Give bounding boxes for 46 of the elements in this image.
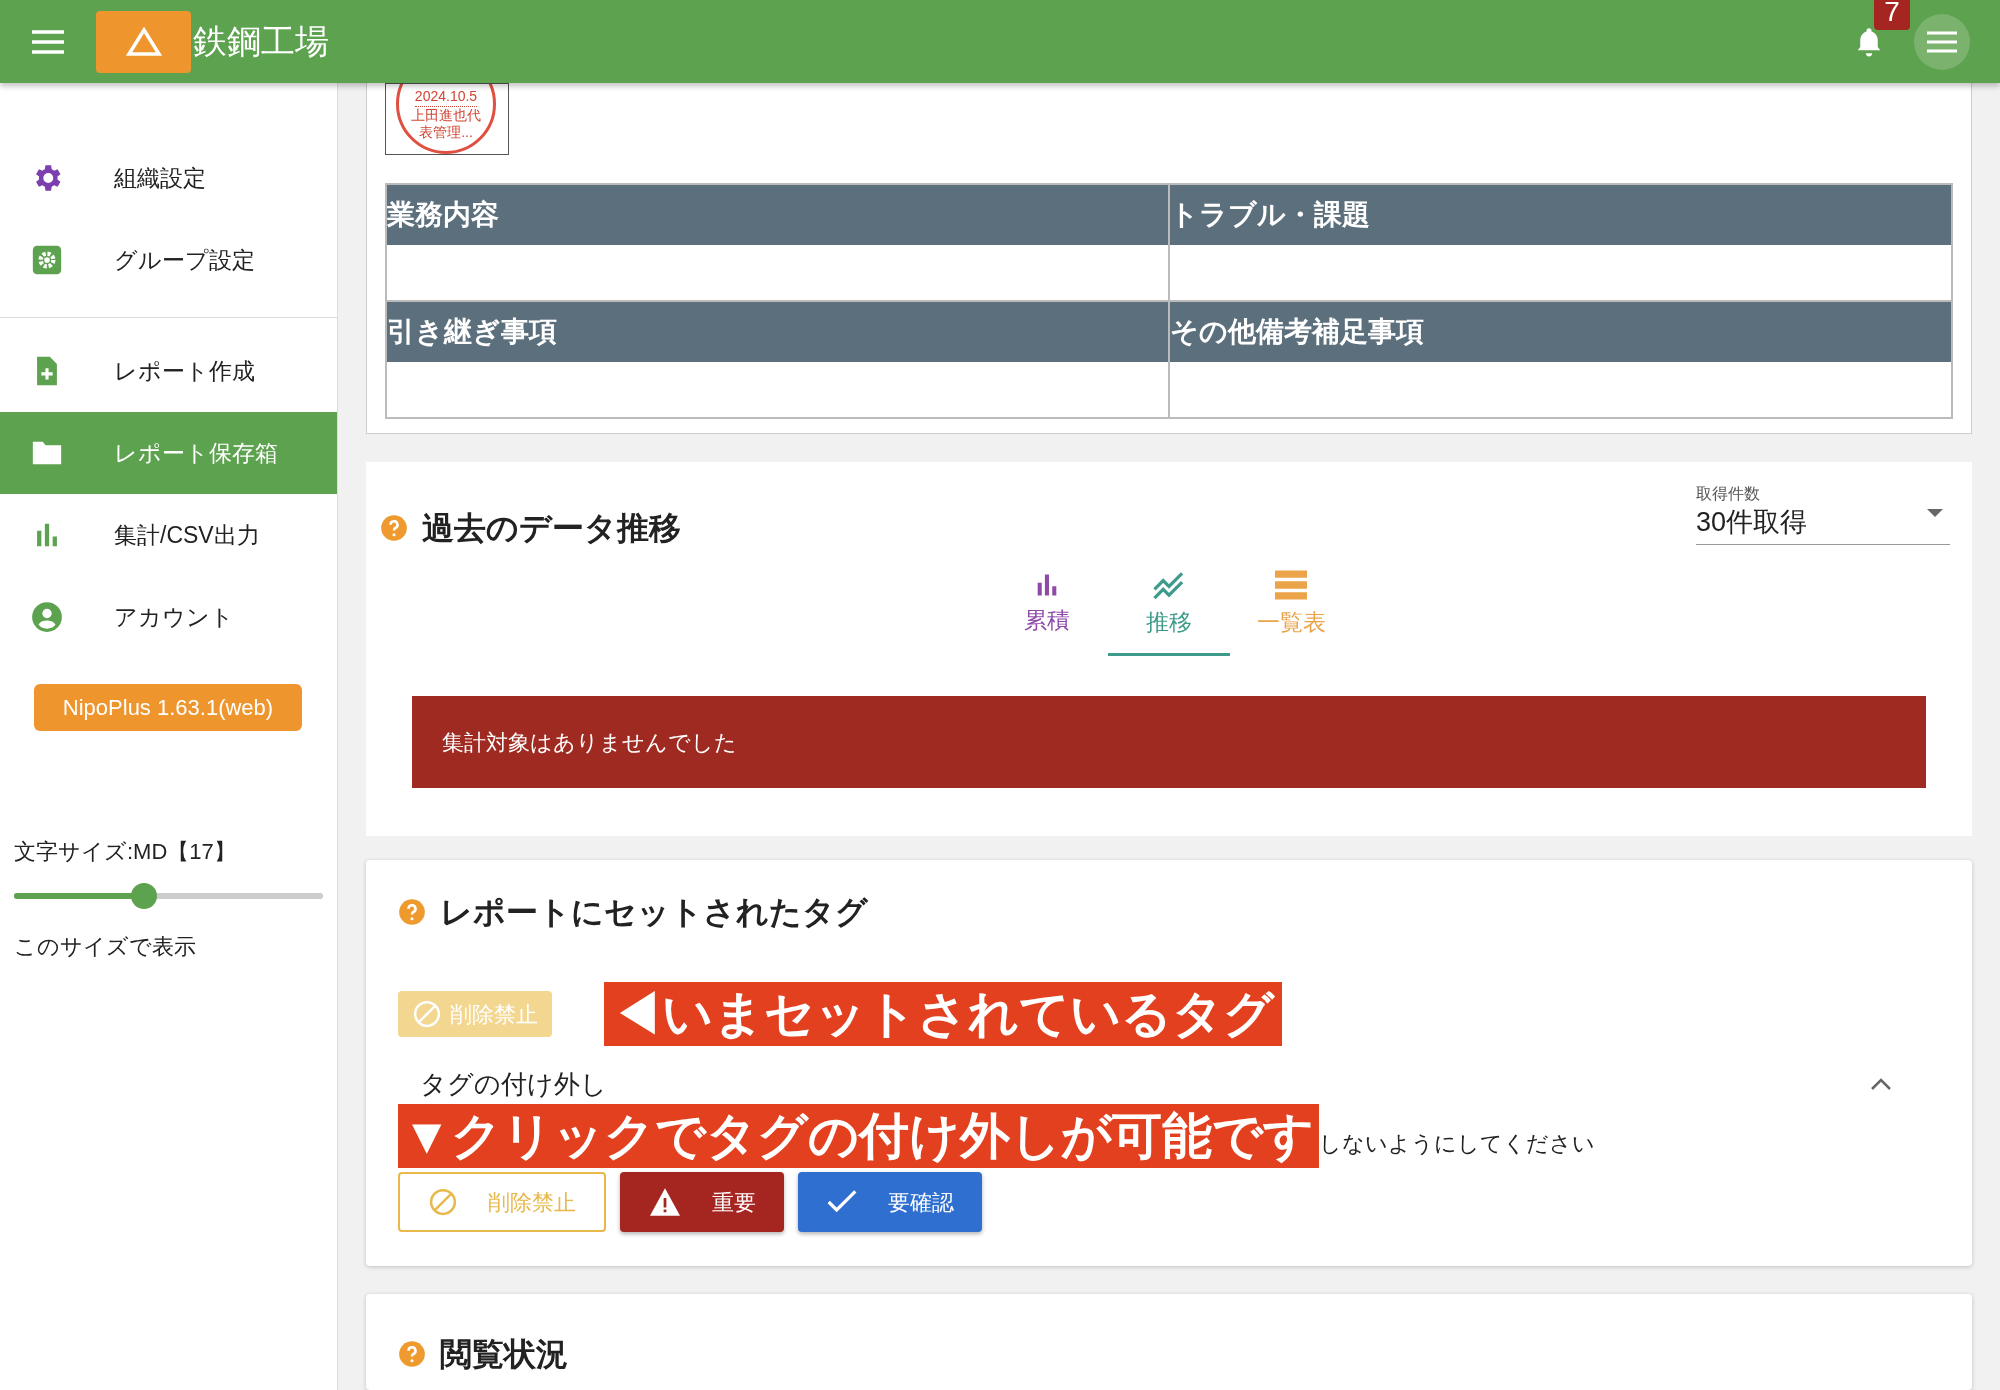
menu-icon[interactable] xyxy=(30,28,66,55)
section-title: 過去のデータ推移 xyxy=(422,509,681,548)
tag-note: しないようにしてください xyxy=(1318,1130,1595,1158)
gear-icon xyxy=(30,243,64,277)
help-icon[interactable] xyxy=(398,1340,426,1368)
field-header: トラブル・課題 xyxy=(1170,185,1951,245)
triangle-icon xyxy=(125,26,162,57)
sidebar-item[interactable]: 集計/CSV出力 xyxy=(0,494,337,576)
select-value: 30件取得 xyxy=(1696,506,1809,539)
annotation-callout: ▼クリックでタグの付け外しが可能です xyxy=(398,1104,1319,1168)
section-title: レポートにセットされたタグ xyxy=(440,893,868,932)
sidebar-item[interactable]: レポート作成 xyxy=(0,330,337,412)
stamp-date: 2024.10.5 xyxy=(414,88,478,107)
field-header: 引き継ぎ事項 xyxy=(387,302,1168,362)
app-title: 鉄鋼工場 xyxy=(193,21,329,62)
sidebar-item[interactable]: 組織設定 xyxy=(0,137,337,219)
font-size-slider[interactable] xyxy=(14,882,323,910)
help-icon[interactable] xyxy=(398,898,426,926)
empty-message: 集計対象はありませんでした xyxy=(412,696,1926,788)
prohibited-icon xyxy=(428,1187,458,1217)
select-label: 取得件数 xyxy=(1696,484,1761,504)
view-tab[interactable]: 累積 xyxy=(986,556,1108,656)
dropdown-icon xyxy=(1926,507,1944,518)
field-header: 業務内容 xyxy=(387,185,1168,245)
count-select[interactable]: 取得件数 30件取得 xyxy=(1696,482,1950,545)
current-tag: 削除禁止 xyxy=(398,991,552,1037)
list-icon xyxy=(1273,569,1309,602)
version-badge: NipoPlus 1.63.1(web) xyxy=(34,684,302,731)
notification-badge: 7 xyxy=(1874,0,1910,30)
tag-button[interactable]: 重要 xyxy=(620,1172,784,1232)
font-size-label: 文字サイズ:MD【17】 xyxy=(14,838,237,866)
annotation-callout: ◀いまセットされているタグ xyxy=(604,982,1282,1046)
help-icon[interactable] xyxy=(380,514,408,542)
menu-icon xyxy=(1926,30,1958,53)
account-icon xyxy=(30,599,64,635)
prohibited-icon xyxy=(412,999,442,1029)
tag-button[interactable]: 要確認 xyxy=(798,1172,982,1232)
sidebar-item[interactable]: アカウント xyxy=(0,576,337,658)
chevron-icon xyxy=(1870,1077,1892,1091)
warning-icon xyxy=(648,1187,682,1217)
tag-toggle[interactable]: タグの付け外し xyxy=(420,1064,1918,1104)
section-title: 閲覧状況 xyxy=(440,1335,568,1374)
stamp-name: 上田進也代表管理... xyxy=(410,106,482,142)
sidebar-item[interactable]: グループ設定 xyxy=(0,219,337,301)
field-header: その他備考補足事項 xyxy=(1170,302,1951,362)
apply-size-link[interactable]: このサイズで表示 xyxy=(14,930,337,963)
